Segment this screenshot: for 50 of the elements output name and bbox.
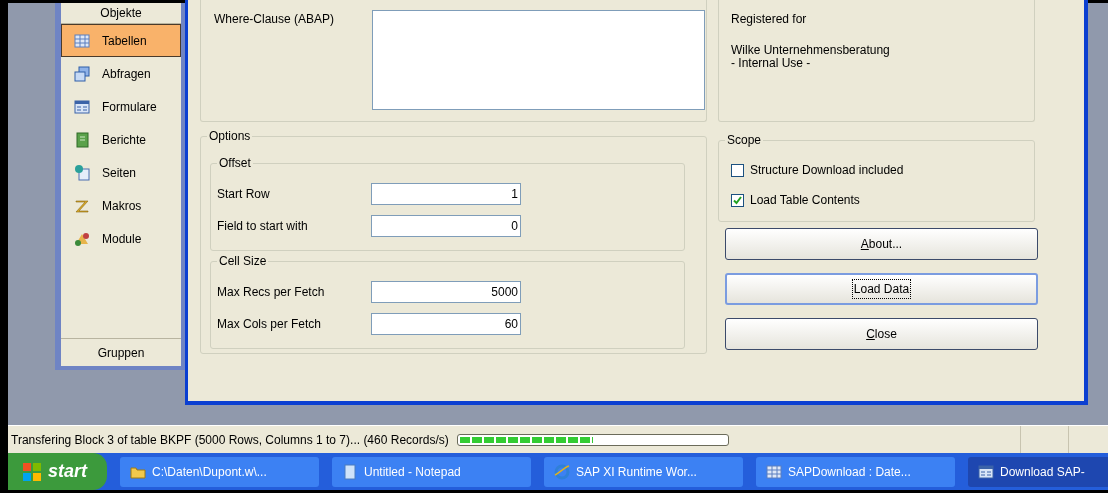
taskbar-button[interactable]: SAPDownload : Date... — [756, 456, 955, 487]
number-field[interactable]: 60 — [371, 313, 521, 335]
query-icon — [74, 65, 90, 82]
groups-bar[interactable]: Gruppen — [61, 338, 181, 366]
number-field[interactable]: 5000 — [371, 281, 521, 303]
field-label: Field to start with — [217, 218, 309, 235]
field-label: Start Row — [217, 186, 271, 203]
sidebar-item[interactable]: Tabellen — [61, 24, 181, 57]
registered-note: - Internal Use - — [731, 57, 811, 70]
where-clause-field[interactable] — [372, 10, 705, 110]
sidebar-item[interactable]: Abfragen — [61, 57, 181, 90]
table-icon — [766, 463, 782, 480]
notepad-icon — [342, 463, 358, 480]
checkbox[interactable] — [731, 163, 744, 177]
checkbox[interactable] — [731, 193, 744, 207]
group-title: Scope — [725, 132, 764, 148]
dialog-button[interactable]: About... — [725, 228, 1038, 260]
number-field[interactable]: 0 — [371, 215, 521, 237]
page-icon — [74, 164, 90, 181]
macro-icon — [74, 197, 90, 214]
dialog-button[interactable]: Close — [725, 318, 1038, 350]
field-label: Max Recs per Fetch — [217, 284, 326, 301]
field-label: Max Cols per Fetch — [217, 316, 323, 333]
dialog-button[interactable]: Load Data — [725, 273, 1038, 305]
check-icon — [733, 195, 742, 205]
checkbox-label: Load Table Contents — [750, 192, 860, 209]
status-text: Transfering Block 3 of table BKPF (5000 Rows, Columns 1 to 7)... (460 Records/s) — [11, 431, 449, 449]
module-icon — [74, 230, 90, 247]
taskbar-button[interactable]: C:\Daten\Dupont.w\... — [120, 456, 319, 487]
registered-name: Wilke Unternehmensberatung — [731, 44, 891, 57]
form-icon — [978, 463, 994, 480]
table-icon — [74, 32, 90, 49]
checkbox-label: Structure Download included — [750, 162, 904, 179]
sidebar-item[interactable]: Formulare — [61, 90, 181, 123]
sidebar-item[interactable]: Makros — [61, 189, 181, 222]
sidebar-item[interactable]: Berichte — [61, 123, 181, 156]
taskbar-button[interactable]: Download SAP- — [968, 456, 1108, 487]
taskbar-button[interactable]: Untitled - Notepad — [332, 456, 531, 487]
registered-label: Registered for — [731, 11, 808, 28]
windows-logo-icon — [22, 461, 42, 482]
report-icon — [74, 131, 90, 148]
number-field[interactable]: 1 — [371, 183, 521, 205]
sidebar-item[interactable]: Seiten — [61, 156, 181, 189]
form-icon — [74, 98, 90, 115]
taskbar-button[interactable]: SAP XI Runtime Wor... — [544, 456, 743, 487]
browser-icon — [554, 463, 570, 480]
group-title: Options — [207, 128, 253, 144]
sidebar-item[interactable]: Module — [61, 222, 181, 255]
start-button[interactable]: start — [8, 453, 107, 490]
where-clause-label: Where-Clause (ABAP) — [214, 11, 336, 28]
